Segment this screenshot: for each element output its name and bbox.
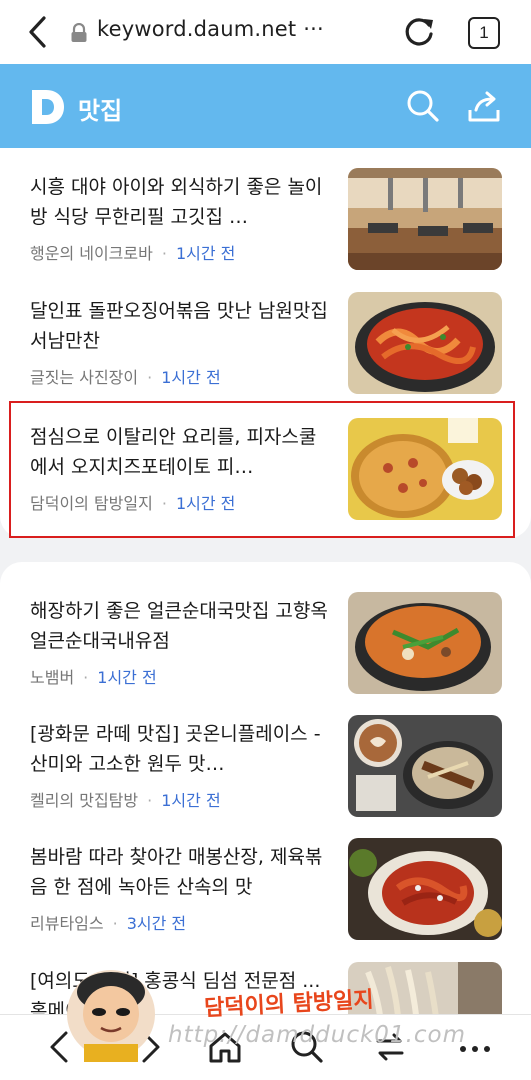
lock-icon bbox=[71, 23, 87, 42]
article-title[interactable]: [광화문 라떼 맛집] 곳온니플레이스 - 산미와 고소한 원두 맛… bbox=[30, 719, 330, 779]
article-source: 노뱀버 bbox=[30, 668, 75, 687]
article-meta: 글짓는 사진장이 · 1시간 전 bbox=[30, 364, 221, 388]
article-source: 행운의 네이크로바 bbox=[30, 244, 153, 263]
separator-dot: · bbox=[83, 668, 89, 687]
article-time: 3시간 전 bbox=[126, 914, 187, 933]
page-title: 맛집 bbox=[78, 97, 123, 125]
article-thumbnail[interactable] bbox=[348, 715, 502, 817]
highlight-box bbox=[9, 401, 515, 538]
article-item[interactable]: 봄바람 따라 찾아간 매봉산장, 제육볶음 한 점에 녹아든 산속의 맛 리뷰타… bbox=[0, 818, 531, 940]
article-source: 리뷰타임스 bbox=[30, 914, 104, 933]
separator-dot: · bbox=[147, 368, 153, 387]
article-thumbnail[interactable] bbox=[348, 168, 502, 270]
article-thumbnail[interactable] bbox=[348, 838, 502, 940]
article-meta: 노뱀버 · 1시간 전 bbox=[30, 664, 157, 688]
article-item[interactable]: 달인표 돌판오징어볶음 맛난 남원맛집 서남만찬 글짓는 사진장이 · 1시간 전 bbox=[0, 272, 531, 394]
article-meta: 켈리의 맛집탐방 · 1시간 전 bbox=[30, 787, 221, 811]
article-thumbnail[interactable] bbox=[348, 592, 502, 694]
article-title[interactable]: 시흥 대야 아이와 외식하기 좋은 놀이방 식당 무한리필 고깃집 … bbox=[30, 172, 330, 232]
article-title[interactable]: 달인표 돌판오징어볶음 맛난 남원맛집 서남만찬 bbox=[30, 296, 330, 356]
article-time: 1시간 전 bbox=[161, 368, 221, 387]
article-item[interactable]: 해장하기 좋은 얼큰순대국맛집 고향옥얼큰순대국내유점 노뱀버 · 1시간 전 bbox=[0, 572, 531, 694]
article-meta: 행운의 네이크로바 · 1시간 전 bbox=[30, 240, 235, 264]
article-item[interactable]: [광화문 라떼 맛집] 곳온니플레이스 - 산미와 고소한 원두 맛… 켈리의 … bbox=[0, 695, 531, 817]
separator-dot: · bbox=[147, 791, 153, 810]
article-time: 1시간 전 bbox=[161, 791, 221, 810]
article-title[interactable]: 봄바람 따라 찾아간 매봉산장, 제육볶음 한 점에 녹아든 산속의 맛 bbox=[30, 842, 330, 902]
browser-address-bar: keyword.daum.net ··· 1 bbox=[0, 0, 531, 64]
watermark-avatar bbox=[67, 970, 155, 1062]
share-icon[interactable] bbox=[466, 88, 502, 124]
separator-dot: · bbox=[112, 914, 118, 933]
article-title[interactable]: 해장하기 좋은 얼큰순대국맛집 고향옥얼큰순대국내유점 bbox=[30, 596, 330, 656]
daum-header: 맛집 bbox=[0, 64, 531, 148]
separator-dot: · bbox=[161, 244, 167, 263]
daum-logo-icon[interactable] bbox=[28, 88, 66, 126]
search-icon[interactable] bbox=[406, 88, 440, 124]
article-source: 글짓는 사진장이 bbox=[30, 368, 139, 387]
article-source: 켈리의 맛집탐방 bbox=[30, 791, 139, 810]
article-time: 1시간 전 bbox=[97, 668, 157, 687]
article-item[interactable]: 시흥 대야 아이와 외식하기 좋은 놀이방 식당 무한리필 고깃집 … 행운의 … bbox=[0, 148, 531, 270]
article-thumbnail[interactable] bbox=[348, 292, 502, 394]
reload-icon[interactable] bbox=[402, 14, 436, 50]
article-time: 1시간 전 bbox=[175, 244, 236, 263]
tab-count-button[interactable]: 1 bbox=[468, 17, 500, 49]
article-meta: 리뷰타임스 · 3시간 전 bbox=[30, 910, 186, 934]
watermark-url: http://damdduck01.com bbox=[168, 1022, 466, 1048]
url-field[interactable]: keyword.daum.net ··· bbox=[97, 17, 324, 41]
back-arrow-icon[interactable] bbox=[24, 14, 54, 50]
